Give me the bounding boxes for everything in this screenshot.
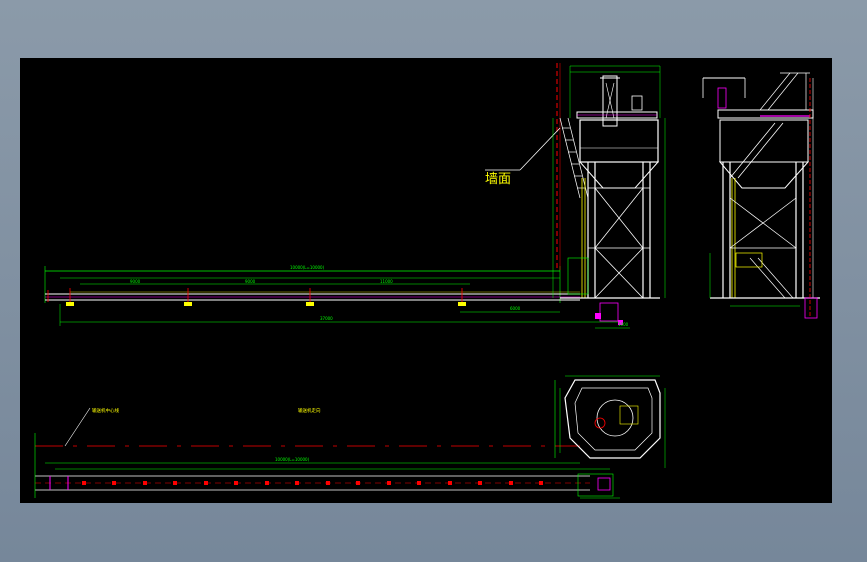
svg-text:11000: 11000 — [380, 279, 393, 284]
svg-text:输送机中心线: 输送机中心线 — [92, 407, 119, 414]
tower-side-view — [702, 72, 820, 319]
cad-drawing-area[interactable]: 10000(L=10000) 9000 9000 11000 37000 600… — [20, 58, 832, 503]
tower-elevation: 1000 — [552, 65, 666, 329]
svg-text:9000: 9000 — [130, 279, 141, 284]
wall-annotation: 墙面 — [485, 127, 561, 187]
svg-text:1000: 1000 — [618, 322, 629, 327]
conveyor-plan-view: 输送机中心线 输送机走向 10000(L=10000) — [34, 375, 666, 499]
svg-text:10000(L=10000): 10000(L=10000) — [275, 457, 310, 462]
svg-text:10000(L=10000): 10000(L=10000) — [290, 265, 325, 270]
svg-text:输送机走向: 输送机走向 — [298, 407, 321, 414]
svg-text:9000: 9000 — [245, 279, 256, 284]
svg-text:37000: 37000 — [320, 316, 333, 321]
conveyor-elevation: 10000(L=10000) 9000 9000 11000 37000 600… — [44, 265, 620, 326]
svg-text:6000: 6000 — [510, 306, 521, 311]
wall-label: 墙面 — [485, 172, 511, 187]
